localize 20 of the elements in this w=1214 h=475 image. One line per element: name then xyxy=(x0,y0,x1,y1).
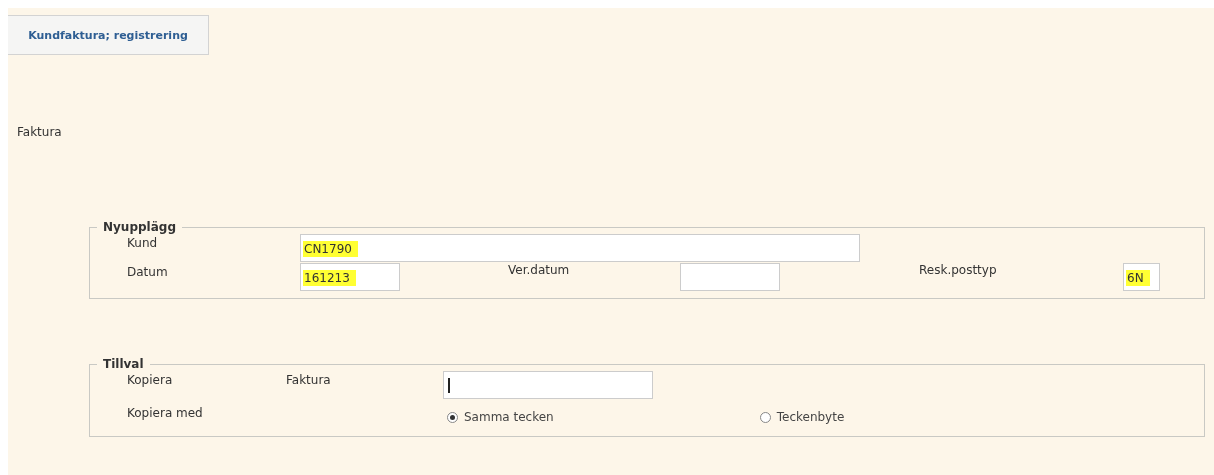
input-field[interactable]: CN1790 xyxy=(300,234,860,262)
field-label: Datum xyxy=(127,265,168,279)
tab[interactable]: Kundfaktura; registrering xyxy=(8,15,209,55)
input-field[interactable] xyxy=(680,263,780,291)
input-field[interactable]: 6N xyxy=(1123,263,1160,291)
fieldset-legend: Nyupplägg xyxy=(97,220,182,234)
field-label: Ver.datum xyxy=(508,263,571,277)
field-label: Kund xyxy=(127,236,156,250)
field-label: Faktura xyxy=(286,373,330,387)
input-field[interactable]: 161213 xyxy=(300,263,400,291)
radio-button[interactable] xyxy=(447,411,458,423)
radio-label: Samma tecken xyxy=(464,410,554,424)
fieldset-legend: Tillval xyxy=(97,357,150,371)
input-field[interactable] xyxy=(443,371,653,399)
field-label: Resk.posttyp xyxy=(919,263,998,277)
section-heading: Faktura xyxy=(17,125,62,139)
field-label: Kopiera xyxy=(127,373,173,387)
radio-button[interactable] xyxy=(759,411,771,423)
radio-label: Teckenbyte xyxy=(776,410,845,424)
field-label: Kopiera med xyxy=(127,406,204,420)
